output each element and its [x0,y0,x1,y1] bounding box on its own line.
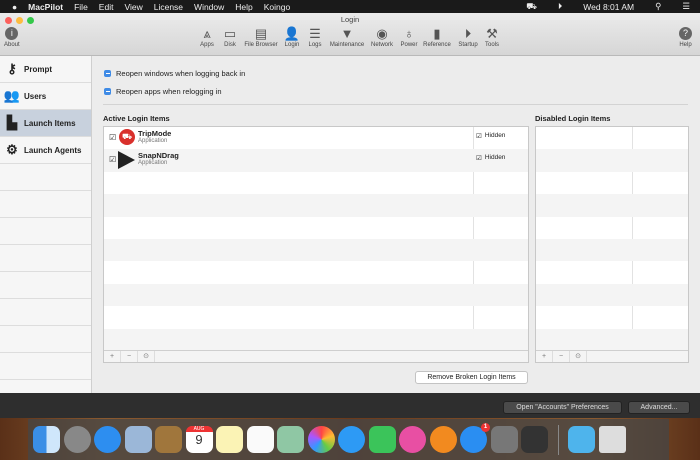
menu-bar: ● MacPilot File Edit View License Window… [0,0,700,13]
document-icon: ▙ [7,115,17,130]
table-row[interactable]: ☑ ⛟ TripMode Application ☑ Hidden [104,127,528,149]
sidebar-item-launch-items[interactable]: ▙ Launch Items [0,110,91,137]
launchpad-icon[interactable] [63,426,91,453]
sidebar-item-launch-agents[interactable]: ⚙ Launch Agents [0,137,91,164]
advanced-button[interactable]: Advanced... [628,401,690,414]
users-icon: 👥 [3,88,21,103]
tripmode-app-icon: ⛟ [119,129,135,145]
macpilot-icon[interactable] [521,426,548,453]
notes-icon[interactable] [216,426,243,453]
hidden-checkbox[interactable]: ☑ Hidden [476,132,505,140]
ibooks-icon[interactable] [429,426,457,453]
bottom-bar: Open "Accounts" Preferences Advanced... [0,393,700,418]
menu-app[interactable]: MacPilot [28,2,63,12]
menu-file[interactable]: File [74,2,88,12]
window-title: Login [340,15,360,24]
info-icon: i [5,27,19,40]
calendar-icon[interactable]: AUG 9 [185,426,213,453]
reopen-windows-checkbox[interactable]: Reopen windows when logging back in [104,69,245,78]
open-accounts-preferences-button[interactable]: Open "Accounts" Preferences [503,401,622,414]
safari-icon[interactable] [94,426,121,453]
menu-edit[interactable]: Edit [99,2,114,12]
add-button[interactable]: + [104,351,121,362]
menu-license[interactable]: License [154,2,183,12]
photos-icon[interactable] [307,426,335,453]
contacts-icon[interactable] [155,426,182,453]
add-button[interactable]: + [536,351,553,362]
toolbar-help[interactable]: ? Help [679,26,692,48]
window-toolbar: Login i About ⩓ Apps ▭ Disk ▤ File Browser 👤 Lo… [0,13,700,56]
menu-view[interactable]: View [124,2,142,12]
trash-icon[interactable] [598,426,626,453]
active-login-items-label: Active Login Items [103,114,170,123]
facetime-icon[interactable] [368,426,396,453]
app-store-icon[interactable]: 1 [460,423,490,453]
disabled-login-items-table[interactable]: + − ⊙ [535,126,689,363]
enabled-checkbox[interactable]: ☑ [109,133,116,142]
spotlight-icon[interactable]: ⚲ [655,1,661,12]
itunes-icon[interactable] [399,426,426,453]
disk-icon: ▭ [223,26,237,41]
clock[interactable]: Wed 8:01 AM [583,2,634,12]
menu-koingo[interactable]: Koingo [264,2,290,12]
sidebar-item-users[interactable]: 👥 Users [0,83,91,110]
finder-icon[interactable] [33,426,60,453]
remove-button[interactable]: − [553,351,570,362]
view-icon[interactable]: ⊙ [570,351,587,362]
remove-broken-login-items-button[interactable]: Remove Broken Login Items [415,371,528,384]
toolbar-about[interactable]: i About [4,26,20,48]
downloads-folder-icon[interactable] [568,426,595,453]
tripmode-status-icon[interactable]: ⛟ [526,1,537,13]
view-icon[interactable]: ⊙ [138,351,155,362]
menu-help[interactable]: Help [235,2,252,12]
remove-button[interactable]: − [121,351,138,362]
help-icon: ? [679,27,692,40]
sidebar-item-prompt[interactable]: ⚷ Prompt [0,56,91,83]
enabled-checkbox[interactable]: ☑ [109,155,116,164]
active-login-items-table[interactable]: ☑ ⛟ TripMode Application ☑ Hidden ☑ SnapN… [103,126,529,363]
hidden-checkbox[interactable]: ☑ Hidden [476,154,505,162]
apple-menu-icon[interactable]: ● [12,2,17,12]
disabled-login-items-label: Disabled Login Items [535,114,611,123]
file-browser-icon: ▤ [254,26,268,41]
maintenance-icon: ▼ [340,26,354,41]
notification-badge: 1 [481,423,490,432]
reminders-icon[interactable] [246,426,274,453]
messages-icon[interactable] [338,426,365,453]
snapndrag-status-icon[interactable]: ⏵ [558,1,562,12]
maps-icon[interactable] [277,426,304,453]
logs-icon: ☰ [309,26,321,41]
gears-icon: ⚙ [6,142,18,157]
key-icon: ⚷ [7,61,17,76]
mail-icon[interactable] [124,426,152,453]
tools-icon: ⚒ [486,26,498,41]
toolbar-tools[interactable]: ⚒ Tools [467,26,517,48]
divider [103,104,688,105]
table-row[interactable]: ☑ SnapNDrag Application ☑ Hidden [104,149,528,172]
notification-center-icon[interactable]: ☰ [682,1,690,12]
sidebar: ⚷ Prompt 👥 Users ▙ Launch Items ⚙ Launch Age… [0,56,92,393]
reference-icon: ▮ [433,26,441,41]
system-preferences-icon[interactable] [490,426,518,453]
snapndrag-app-icon [118,151,135,170]
menu-window[interactable]: Window [194,2,224,12]
dock: AUG 9 1 [28,419,669,460]
reopen-apps-checkbox[interactable]: Reopen apps when relogging in [104,87,222,96]
